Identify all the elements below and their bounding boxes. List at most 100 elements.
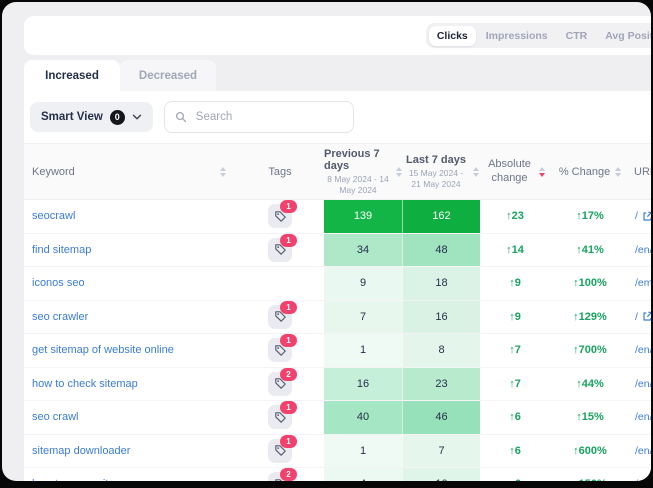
- keyword-link[interactable]: how to see a sitemap: [24, 468, 236, 481]
- tags-cell: 1: [236, 234, 324, 267]
- percent-change-value: ↑17%: [550, 200, 630, 233]
- keyword-link[interactable]: sitemap downloader: [24, 435, 236, 468]
- previous-7-days-value: 40: [324, 401, 402, 434]
- table-row: seocrawl 1 139 162 ↑23 ↑17% /: [24, 200, 651, 234]
- table-row: sitemap downloader 1 1 7 ↑6 ↑600% /en/: [24, 435, 651, 469]
- url-link[interactable]: /en/: [630, 234, 651, 267]
- table-row: seo crawl 1 40 46 ↑6 ↑15% /en/: [24, 401, 651, 435]
- keyword-link[interactable]: seo crawler: [24, 301, 236, 334]
- tab-decreased[interactable]: Decreased: [120, 60, 216, 91]
- url-link[interactable]: /en/: [630, 468, 651, 481]
- table-row: seo crawler 1 7 16 ↑9 ↑129% /: [24, 301, 651, 335]
- tag-button[interactable]: 2: [268, 372, 292, 396]
- tags-cell: 2: [236, 368, 324, 401]
- previous-7-days-value: 7: [324, 301, 402, 334]
- tag-button[interactable]: 1: [268, 405, 292, 429]
- external-link-icon: [642, 211, 651, 222]
- percent-change-value: ↑700%: [550, 334, 630, 367]
- tags-cell: 1: [236, 435, 324, 468]
- table-header: Keyword Tags Previous 7 days 8 May 2024 …: [24, 143, 651, 200]
- absolute-change-value: ↑6: [480, 468, 550, 481]
- keyword-link[interactable]: find sitemap: [24, 234, 236, 267]
- metric-tab-clicks[interactable]: Clicks: [429, 26, 476, 46]
- keyword-link[interactable]: get sitemap of website online: [24, 334, 236, 367]
- search-input[interactable]: [194, 110, 343, 124]
- table-body: seocrawl 1 139 162 ↑23 ↑17% / find sitem…: [24, 200, 651, 481]
- last-7-days-value: 46: [402, 401, 480, 434]
- absolute-change-value: ↑23: [480, 200, 550, 233]
- column-header-previous-7-days: Previous 7 days 8 May 2024 - 14 May 2024: [324, 148, 402, 195]
- tag-count-badge: 1: [280, 200, 297, 213]
- previous-7-days-value: 4: [324, 468, 402, 481]
- absolute-change-value: ↑7: [480, 334, 550, 367]
- sort-icon-absolute-change-active-desc[interactable]: [539, 167, 545, 177]
- tab-increased[interactable]: Increased: [24, 60, 120, 91]
- smart-view-label: Smart View: [41, 111, 103, 123]
- absolute-change-value: ↑7: [480, 368, 550, 401]
- tag-button[interactable]: 1: [268, 439, 292, 463]
- percent-change-value: ↑129%: [550, 301, 630, 334]
- tag-count-badge: 2: [280, 468, 297, 481]
- table-row: how to check sitemap 2 16 23 ↑7 ↑44% /en…: [24, 368, 651, 402]
- last-7-days-value: 10: [402, 468, 480, 481]
- percent-change-value: ↑44%: [550, 368, 630, 401]
- absolute-change-value: ↑6: [480, 401, 550, 434]
- sort-icon-keyword[interactable]: [220, 167, 226, 177]
- last-7-days-value: 7: [402, 435, 480, 468]
- tag-button[interactable]: 2: [268, 472, 292, 481]
- keyword-link[interactable]: seo crawl: [24, 401, 236, 434]
- tag-count-badge: 1: [280, 334, 297, 347]
- last-7-days-value: 18: [402, 267, 480, 300]
- url-link[interactable]: /: [630, 200, 651, 233]
- tag-count-badge: 1: [280, 401, 297, 414]
- table-row: get sitemap of website online 1 1 8 ↑7 ↑…: [24, 334, 651, 368]
- metric-tab-avg-position[interactable]: Avg Position: [597, 26, 651, 46]
- column-header-tags: Tags: [236, 166, 324, 178]
- tags-cell: 1: [236, 200, 324, 233]
- app-window: ClicksImpressionsCTRAvg Position Increas…: [2, 2, 651, 481]
- keyword-link[interactable]: how to check sitemap: [24, 368, 236, 401]
- tag-button[interactable]: 1: [268, 204, 292, 228]
- smart-view-dropdown[interactable]: Smart View 0: [30, 102, 153, 132]
- keyword-link[interactable]: iconos seo: [24, 267, 236, 300]
- table-row: find sitemap 1 34 48 ↑14 ↑41% /en/: [24, 234, 651, 268]
- absolute-change-value: ↑14: [480, 234, 550, 267]
- url-link[interactable]: /en/: [630, 401, 651, 434]
- previous-7-days-value: 1: [324, 334, 402, 367]
- column-header-last-7-days: Last 7 days 15 May 2024 - 21 May 2024: [402, 154, 480, 189]
- last-7-days-value: 23: [402, 368, 480, 401]
- sort-icon-percent-change[interactable]: [615, 167, 621, 177]
- last-7-days-value: 162: [402, 200, 480, 233]
- tags-cell: 1: [236, 334, 324, 367]
- percent-change-value: ↑100%: [550, 267, 630, 300]
- previous-7-days-value: 16: [324, 368, 402, 401]
- percent-change-value: ↑150%: [550, 468, 630, 481]
- tag-button[interactable]: 1: [268, 305, 292, 329]
- previous-7-days-value: 9: [324, 267, 402, 300]
- keyword-link[interactable]: seocrawl: [24, 200, 236, 233]
- tag-button[interactable]: 1: [268, 238, 292, 262]
- column-header-keyword: Keyword: [24, 166, 236, 178]
- url-link[interactable]: /en/: [630, 334, 651, 367]
- url-link[interactable]: /em/: [630, 267, 651, 300]
- absolute-change-value: ↑9: [480, 301, 550, 334]
- tag-count-badge: 1: [280, 234, 297, 247]
- search-box: [164, 101, 354, 133]
- sort-icon-last-7-days[interactable]: [473, 167, 479, 177]
- tags-cell: 1: [236, 401, 324, 434]
- last-7-days-value: 16: [402, 301, 480, 334]
- metric-tab-ctr[interactable]: CTR: [558, 26, 596, 46]
- url-link[interactable]: /en/: [630, 435, 651, 468]
- percent-change-value: ↑15%: [550, 401, 630, 434]
- external-link-icon: [642, 311, 651, 322]
- tag-button[interactable]: 1: [268, 338, 292, 362]
- metric-tab-impressions[interactable]: Impressions: [478, 26, 556, 46]
- metric-segmented-control: ClicksImpressionsCTRAvg Position: [426, 23, 651, 48]
- column-header-percent-change: % Change: [550, 166, 630, 178]
- filter-bar: Smart View 0: [24, 91, 651, 143]
- url-link[interactable]: /en/: [630, 368, 651, 401]
- table-row: iconos seo 9 18 ↑9 ↑100% /em/: [24, 267, 651, 301]
- url-link[interactable]: /: [630, 301, 651, 334]
- previous-7-days-value: 1: [324, 435, 402, 468]
- column-header-absolute-change: Absolute change: [480, 158, 550, 186]
